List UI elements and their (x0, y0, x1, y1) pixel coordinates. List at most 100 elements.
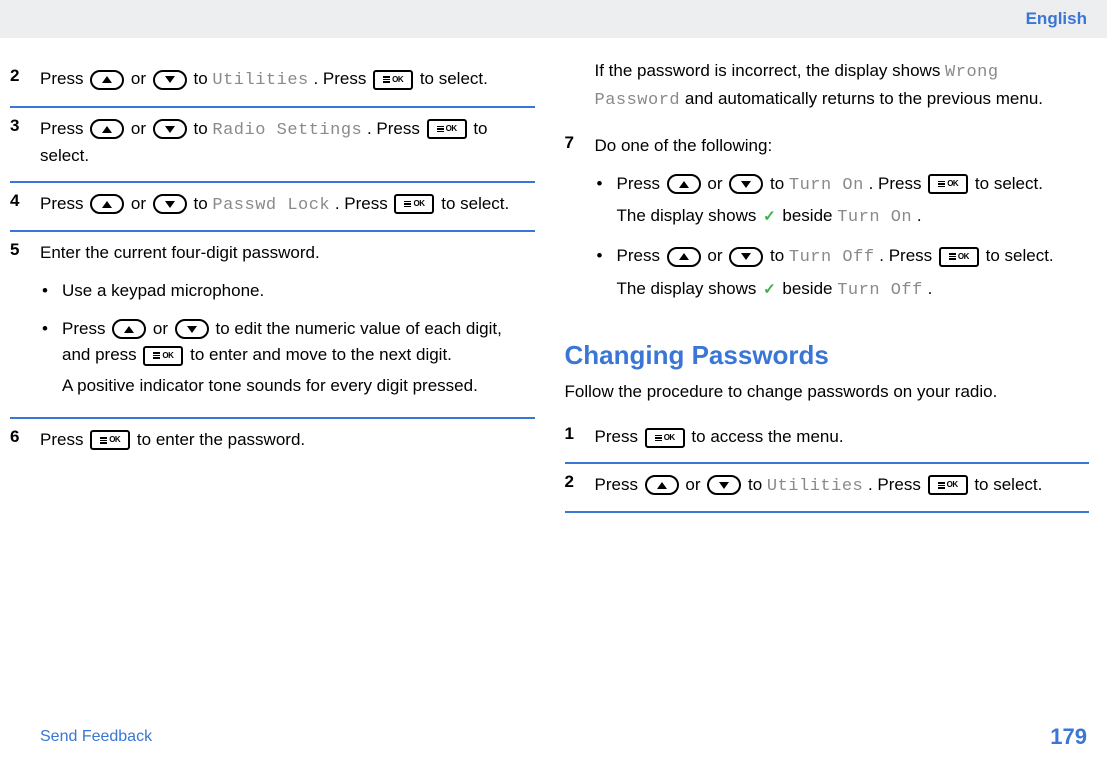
text: to select. (420, 69, 488, 88)
bullet-marker: • (40, 278, 50, 304)
text: to select. (441, 194, 509, 213)
text: Press (40, 119, 88, 138)
down-button-icon (729, 247, 763, 267)
step-number: 1 (565, 424, 585, 450)
text: beside (782, 206, 837, 225)
ok-button-icon: OK (645, 428, 685, 448)
result-text: The display shows ✓ beside Turn On . (617, 203, 1090, 231)
bullet-marker: • (595, 243, 605, 304)
step-number: 4 (10, 191, 30, 219)
step-number: 5 (10, 240, 30, 405)
cp-step-1: 1 Press OK to access the menu. (565, 416, 1090, 464)
bullet-item: • Press or to Turn On . Press OK to sele… (595, 165, 1090, 238)
menu-option: Turn Off (837, 281, 923, 300)
up-button-icon (667, 247, 701, 267)
text: or (153, 319, 173, 338)
check-icon: ✓ (763, 205, 776, 228)
text: to enter and move to the next digit. (190, 345, 452, 364)
bullet-list: • Press or to Turn On . Press OK to sele… (595, 159, 1090, 310)
step-number: 7 (565, 133, 585, 310)
text: Press (595, 427, 643, 446)
text: . (928, 279, 933, 298)
page-content: 2 Press or to Utilities . Press OK to se… (0, 38, 1107, 513)
step-body: Do one of the following: • Press or to T… (595, 133, 1090, 310)
text: to (770, 174, 789, 193)
bullet-text: Press or to Turn Off . Press OK to selec… (617, 243, 1090, 304)
text: to access the menu. (691, 427, 843, 446)
bullet-text: Press or to Turn On . Press OK to select… (617, 171, 1090, 232)
up-button-icon (90, 119, 124, 139)
bullet-item: • Press or to edit the numeric value of … (40, 310, 535, 405)
text: to (194, 194, 213, 213)
up-button-icon (667, 174, 701, 194)
down-button-icon (153, 194, 187, 214)
tone-note: A positive indicator tone sounds for eve… (62, 373, 535, 399)
text: . Press (869, 174, 927, 193)
menu-option: Radio Settings (212, 121, 362, 140)
text: or (685, 475, 705, 494)
text: to (194, 119, 213, 138)
step-body: Press or to Utilities . Press OK to sele… (595, 472, 1090, 500)
up-button-icon (90, 194, 124, 214)
step-number: 3 (10, 116, 30, 169)
bullet-list: • Use a keypad microphone. • Press or to… (40, 266, 535, 405)
text: Press (62, 319, 110, 338)
down-button-icon (707, 475, 741, 495)
left-column: 2 Press or to Utilities . Press OK to se… (10, 58, 535, 513)
top-bar: English (0, 0, 1107, 38)
text: beside (782, 279, 837, 298)
bullet-text: Press or to edit the numeric value of ea… (62, 316, 535, 399)
text: Press (595, 475, 643, 494)
down-button-icon (153, 70, 187, 90)
text: Press (617, 246, 665, 265)
result-text: The display shows ✓ beside Turn Off . (617, 276, 1090, 304)
menu-option: Utilities (767, 477, 863, 496)
text: . (917, 206, 922, 225)
step-4: 4 Press or to Passwd Lock . Press OK to … (10, 183, 535, 233)
text: or (707, 246, 727, 265)
text: to (770, 246, 789, 265)
menu-option: Passwd Lock (212, 196, 330, 215)
text: . Press (313, 69, 371, 88)
step-7: 7 Do one of the following: • Press or to… (565, 125, 1090, 322)
step-body: Press OK to enter the password. (40, 427, 535, 453)
step-6: 6 Press OK to enter the password. (10, 419, 535, 465)
step-body: If the password is incorrect, the displa… (595, 58, 1090, 113)
text: Press (40, 69, 88, 88)
bullet-item: • Use a keypad microphone. (40, 272, 535, 310)
step-number-spacer (565, 58, 585, 113)
step-intro: Do one of the following: (595, 133, 1090, 159)
check-icon: ✓ (763, 278, 776, 301)
cp-step-2: 2 Press or to Utilities . Press OK to se… (565, 464, 1090, 514)
page-number: 179 (1050, 724, 1087, 750)
step-body: Press or to Passwd Lock . Press OK to se… (40, 191, 535, 219)
section-intro: Follow the procedure to change passwords… (565, 379, 1090, 405)
right-column: If the password is incorrect, the displa… (565, 58, 1090, 513)
down-button-icon (175, 319, 209, 339)
ok-button-icon: OK (143, 346, 183, 366)
text: to (194, 69, 213, 88)
text: . Press (868, 475, 926, 494)
up-button-icon (112, 319, 146, 339)
step-body: Enter the current four-digit password. •… (40, 240, 535, 405)
send-feedback-link[interactable]: Send Feedback (40, 728, 152, 746)
up-button-icon (645, 475, 679, 495)
text: to select. (975, 174, 1043, 193)
step-6-continuation: If the password is incorrect, the displa… (565, 58, 1090, 125)
step-body: Press or to Radio Settings . Press OK to… (40, 116, 535, 169)
ok-button-icon: OK (90, 430, 130, 450)
menu-option: Turn On (789, 176, 864, 195)
page-footer: Send Feedback 179 (0, 724, 1107, 750)
text: to (748, 475, 767, 494)
ok-button-icon: OK (373, 70, 413, 90)
step-number: 2 (565, 472, 585, 500)
bullet-item: • Press or to Turn Off . Press OK to sel… (595, 237, 1090, 310)
text: The display shows (617, 206, 762, 225)
text: or (131, 119, 151, 138)
step-3: 3 Press or to Radio Settings . Press OK … (10, 108, 535, 183)
text: Press (40, 194, 88, 213)
step-number: 6 (10, 427, 30, 453)
text: or (707, 174, 727, 193)
text: to select. (986, 246, 1054, 265)
ok-button-icon: OK (939, 247, 979, 267)
